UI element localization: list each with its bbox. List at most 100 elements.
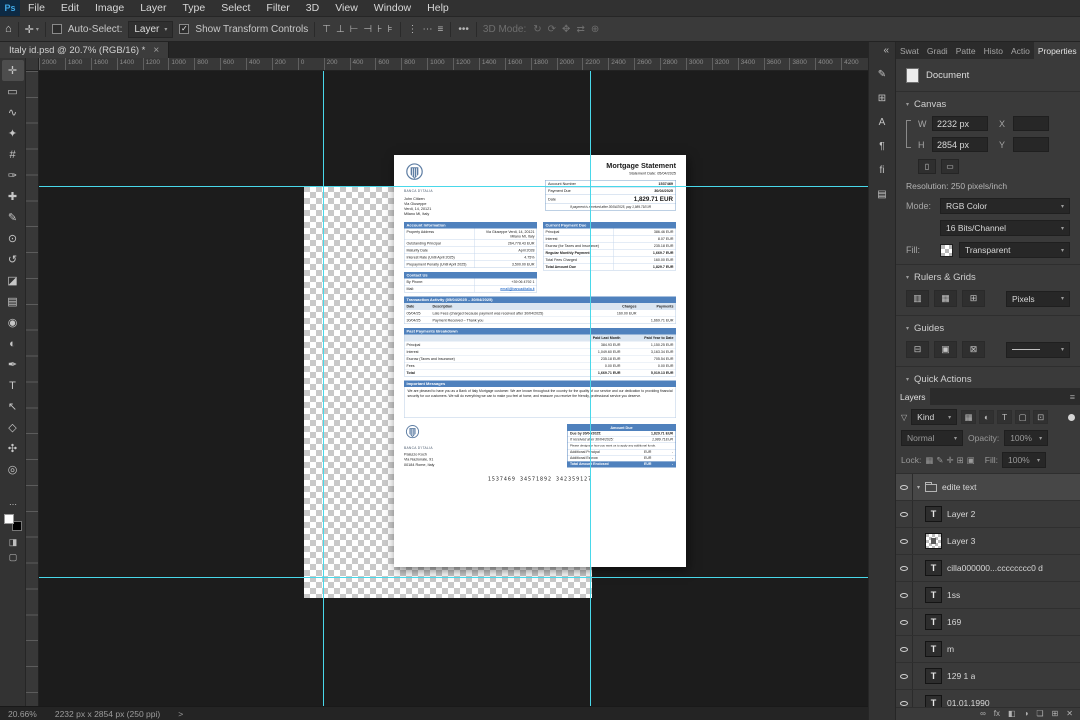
panel-tab[interactable]: Gradi xyxy=(923,42,952,59)
zoom-level-field[interactable]: 20.66% xyxy=(8,709,37,719)
menu-item[interactable]: View xyxy=(327,0,366,17)
menu-item[interactable]: Select xyxy=(213,0,258,17)
opacity-field[interactable]: 100% ▾ xyxy=(1004,430,1049,446)
status-options-arrow[interactable]: > xyxy=(178,709,183,719)
width-field[interactable]: 2232 px xyxy=(932,116,988,131)
guides-section-header[interactable]: ▾ Guides xyxy=(906,316,1070,340)
clear-guides-icon[interactable]: ⊠ xyxy=(962,341,985,358)
type-tool[interactable]: T xyxy=(2,375,24,396)
layer-row[interactable]: ▾ T 1ss xyxy=(896,582,1080,609)
blend-mode-dropdown[interactable]: Normal ▾ xyxy=(901,430,963,446)
lock-all-icon[interactable]: ▣ xyxy=(967,455,975,466)
layer-visibility-toggle[interactable] xyxy=(896,609,913,635)
expand-panels-icon[interactable]: « xyxy=(883,45,895,56)
tab-layers[interactable]: Layers xyxy=(896,388,930,405)
path-selection-tool[interactable]: ↖ xyxy=(2,396,24,417)
toggle-guides-icon[interactable]: ⊟ xyxy=(906,341,929,358)
history-brush-tool[interactable]: ↺ xyxy=(2,249,24,270)
filter-shape-layers-icon[interactable]: ▢ xyxy=(1015,410,1031,424)
clone-stamp-tool[interactable]: ⊙ xyxy=(2,228,24,249)
portrait-orientation-button[interactable]: ▯ xyxy=(918,159,936,174)
menu-item[interactable]: 3D xyxy=(298,0,327,17)
rulers-grids-section-header[interactable]: ▾ Rulers & Grids xyxy=(906,265,1070,289)
toggle-grid-icon[interactable]: ▦ xyxy=(934,290,957,307)
align-horizontal-centers-icon[interactable]: ⊣ xyxy=(362,24,373,35)
bit-depth-dropdown[interactable]: 16 Bits/Channel ▾ xyxy=(940,220,1070,236)
fill-opacity-field[interactable]: 100% ▾ xyxy=(1002,452,1046,468)
gradient-tool[interactable]: ▤ xyxy=(2,291,24,312)
lasso-tool[interactable]: ∿ xyxy=(2,102,24,123)
clone-source-panel-icon[interactable]: ⊞ xyxy=(878,93,886,104)
brushes-panel-icon[interactable]: ✎ xyxy=(878,69,886,80)
menu-item[interactable]: Type xyxy=(174,0,213,17)
panel-menu-icon[interactable]: ≡ xyxy=(1065,388,1080,405)
paragraph-panel-icon[interactable]: ¶ xyxy=(879,141,884,152)
healing-brush-tool[interactable]: ✚ xyxy=(2,186,24,207)
align-right-edges-icon[interactable]: ⊦ xyxy=(376,24,383,35)
canvas-viewport[interactable]: BANCA D'ITALIA John Citizen Via Giuseppe V… xyxy=(39,71,868,706)
link-dimensions-icon[interactable] xyxy=(906,120,911,148)
home-icon[interactable]: ⌂ xyxy=(5,23,12,35)
close-icon[interactable]: × xyxy=(153,45,159,56)
canvas-section-header[interactable]: ▾ Canvas xyxy=(906,92,1070,116)
align-top-edges-icon[interactable]: ⊤ xyxy=(321,24,332,35)
distribute-horizontal-icon[interactable]: ⋯ xyxy=(422,24,434,35)
horizontal-guide[interactable] xyxy=(39,186,868,187)
distribute-spacing-icon[interactable]: ≡ xyxy=(437,24,445,35)
blur-tool[interactable]: ◉ xyxy=(2,312,24,333)
fill-swatch[interactable] xyxy=(940,243,953,257)
eyedropper-tool[interactable]: ✑ xyxy=(2,165,24,186)
toggle-snap-icon[interactable]: ⊞ xyxy=(962,290,985,307)
crop-tool[interactable]: # xyxy=(2,144,24,165)
filter-type-layers-icon[interactable]: T xyxy=(997,410,1013,424)
move-tool[interactable]: ✛ xyxy=(1,60,24,81)
align-left-edges-icon[interactable]: ⊢ xyxy=(349,24,360,35)
panel-tab[interactable]: Actio xyxy=(1007,42,1034,59)
auto-select-target-dropdown[interactable]: Layer ▾ xyxy=(128,20,174,38)
shape-tool[interactable]: ◇ xyxy=(2,417,24,438)
menu-item[interactable]: Image xyxy=(87,0,132,17)
toggle-rulers-icon[interactable]: ▥ xyxy=(906,290,929,307)
chevron-down-icon[interactable]: ▾ xyxy=(917,484,920,491)
layer-visibility-toggle[interactable] xyxy=(896,636,913,662)
screen-mode-icon[interactable]: ▢ xyxy=(9,552,18,563)
filter-pixel-layers-icon[interactable]: ▦ xyxy=(961,410,977,424)
adjustment-layer-icon[interactable]: ◑ xyxy=(1024,710,1029,718)
lock-transparency-icon[interactable]: ▦ xyxy=(925,455,933,466)
color-mode-dropdown[interactable]: RGB Color ▾ xyxy=(940,198,1070,214)
fill-dropdown[interactable]: Transparent ▾ xyxy=(959,242,1070,258)
glyphs-panel-icon[interactable]: fi xyxy=(879,165,884,176)
vertical-guide[interactable] xyxy=(590,71,591,706)
landscape-orientation-button[interactable]: ▭ xyxy=(941,159,959,174)
edit-toolbar-icon[interactable]: ⋯ xyxy=(9,500,17,509)
pen-tool[interactable]: ✒ xyxy=(2,354,24,375)
menu-item[interactable]: Window xyxy=(366,0,419,17)
panel-tab[interactable]: Swat xyxy=(896,42,923,59)
layer-visibility-toggle[interactable] xyxy=(896,690,913,707)
lock-position-icon[interactable]: ✛ xyxy=(946,455,953,466)
menu-item[interactable]: Help xyxy=(419,0,457,17)
vertical-ruler[interactable] xyxy=(26,71,39,706)
vertical-guide[interactable] xyxy=(323,71,324,706)
document-canvas[interactable]: BANCA D'ITALIA John Citizen Via Giuseppe V… xyxy=(394,155,686,567)
lock-guides-icon[interactable]: ▣ xyxy=(934,341,957,358)
layer-row[interactable]: ▾ T Layer 2 xyxy=(896,501,1080,528)
move-tool-icon[interactable]: ✛ xyxy=(25,23,34,36)
brush-tool[interactable]: ✎ xyxy=(2,207,24,228)
layer-visibility-toggle[interactable] xyxy=(896,474,913,500)
filter-kind-dropdown[interactable]: Kind ▾ xyxy=(911,409,958,425)
layer-row[interactable]: ▾ T edite text xyxy=(896,474,1080,501)
new-layer-icon[interactable]: ⊞ xyxy=(1052,710,1059,718)
layer-visibility-toggle[interactable] xyxy=(896,663,913,689)
quick-selection-tool[interactable]: ✦ xyxy=(2,123,24,144)
filter-toggle[interactable] xyxy=(1068,413,1075,421)
layer-group-icon[interactable]: ❏ xyxy=(1036,710,1043,718)
eraser-tool[interactable]: ◪ xyxy=(2,270,24,291)
layer-visibility-toggle[interactable] xyxy=(896,555,913,581)
quick-mask-icon[interactable]: ◨ xyxy=(9,537,18,548)
panel-tab[interactable]: Patte xyxy=(952,42,980,59)
layer-visibility-toggle[interactable] xyxy=(896,528,913,554)
menu-item[interactable]: Edit xyxy=(53,0,87,17)
horizontal-guide[interactable] xyxy=(39,577,868,578)
layer-row[interactable]: ▾ T cilla000000...cccccccc0 d xyxy=(896,555,1080,582)
